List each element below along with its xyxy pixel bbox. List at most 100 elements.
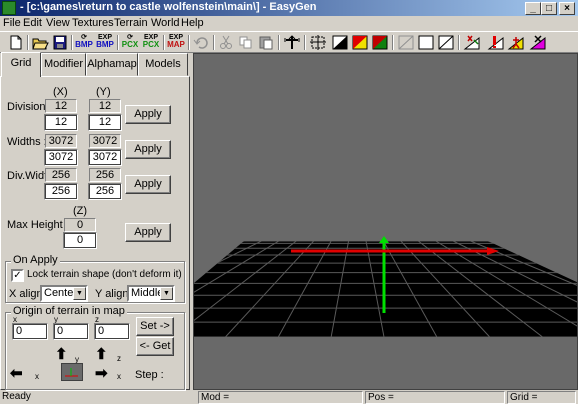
maxheight-input[interactable]: 0: [63, 232, 97, 249]
set-origin-button[interactable]: Set ->: [136, 317, 174, 336]
toolbar-separator: [392, 35, 394, 50]
arrow-x-right-label: x: [117, 372, 121, 381]
toolbar-separator: [27, 35, 29, 50]
menu-bar: File Edit View Textures Terrain World He…: [0, 16, 578, 31]
diagonal-disabled-icon[interactable]: [396, 34, 416, 51]
lock-terrain-label: Lock terrain shape (don't deform it): [27, 269, 182, 280]
arrow-x-left-label: x: [35, 372, 39, 381]
save-disk-icon[interactable]: [50, 34, 70, 51]
xalign-select[interactable]: Center ▼: [40, 285, 88, 302]
status-pos: Pos =: [365, 391, 505, 404]
widths-apply-button[interactable]: Apply: [125, 140, 171, 159]
dropdown-arrow-icon[interactable]: ▼: [73, 287, 86, 300]
import-pcx-label: PCX: [121, 40, 139, 49]
status-bar: Ready Mod = Pos = Grid =: [0, 390, 578, 404]
arrow-up-y-icon[interactable]: ⬆: [55, 347, 68, 362]
red-flag-icon[interactable]: [486, 34, 506, 51]
export-map-label: MAP: [167, 40, 185, 49]
export-pcx-button[interactable]: EXP PCX: [141, 34, 161, 51]
yellow-figure-icon[interactable]: [506, 34, 526, 51]
origin-z-input[interactable]: 0: [94, 323, 130, 340]
maximize-button[interactable]: □: [541, 2, 557, 15]
lock-terrain-checkbox[interactable]: ✓: [11, 269, 24, 282]
import-pcx-button[interactable]: ⟳ PCX: [120, 34, 140, 51]
status-grid: Grid =: [507, 391, 576, 404]
toolbar-separator: [163, 35, 165, 50]
maxheight-current: 0: [64, 218, 96, 232]
yalign-label: Y align: [95, 288, 129, 300]
divisions-x-input[interactable]: 12: [44, 114, 78, 131]
menu-file[interactable]: File: [3, 17, 21, 29]
tab-models[interactable]: Models: [138, 53, 188, 76]
export-bmp-button[interactable]: EXP BMP: [95, 34, 115, 51]
pick-vertex-icon[interactable]: [462, 34, 482, 51]
toolbar-separator: [117, 35, 119, 50]
menu-view[interactable]: View: [46, 17, 70, 29]
grid-select-icon[interactable]: [308, 34, 328, 51]
toolbar-separator: [71, 35, 73, 50]
status-mod: Mod =: [198, 391, 363, 404]
divwidt-x-input[interactable]: 256: [44, 183, 78, 200]
cut-icon[interactable]: [216, 34, 236, 51]
arrow-right-x-icon[interactable]: ➡: [95, 366, 108, 381]
maxheight-apply-button[interactable]: Apply: [125, 223, 171, 242]
tab-alphamap[interactable]: Alphamap: [86, 53, 138, 76]
red-yellow-color-icon[interactable]: [350, 34, 370, 51]
menu-world[interactable]: World: [151, 17, 180, 29]
move-icon[interactable]: [282, 34, 302, 51]
copy-icon[interactable]: [236, 34, 256, 51]
origin-preview-icon[interactable]: [61, 363, 83, 381]
close-button[interactable]: ×: [559, 2, 575, 15]
empty-square-icon[interactable]: [416, 34, 436, 51]
divwidt-y-current: 256: [89, 168, 121, 182]
toolbar-separator: [213, 35, 215, 50]
grid-tab-panel: (X) (Y) Divisions : 12 12 12 12 Apply Wi…: [0, 76, 190, 390]
divisions-apply-button[interactable]: Apply: [125, 105, 171, 124]
origin-title: Origin of terrain in map: [11, 305, 127, 317]
yalign-select[interactable]: Middle ▼: [127, 285, 175, 302]
toolbar: ⟳ BMP EXP BMP ⟳ PCX EXP PCX EXP MAP: [0, 31, 578, 53]
column-z-header: (Z): [73, 205, 88, 217]
menu-textures[interactable]: Textures: [72, 17, 114, 29]
arrow-left-x-icon[interactable]: ⬅: [10, 366, 23, 381]
widths-x-current: 3072: [45, 134, 77, 148]
terrain-3d-viewport[interactable]: [193, 53, 578, 390]
black-white-color-icon[interactable]: [330, 34, 350, 51]
divwidt-y-input[interactable]: 256: [88, 183, 122, 200]
toolbar-separator: [304, 35, 306, 50]
import-bmp-button[interactable]: ⟳ BMP: [74, 34, 94, 51]
widths-label: Widths :: [7, 136, 47, 148]
menu-edit[interactable]: Edit: [23, 17, 42, 29]
export-map-button[interactable]: EXP MAP: [166, 34, 186, 51]
undo-icon[interactable]: [191, 34, 211, 51]
paste-icon[interactable]: [256, 34, 276, 51]
divwidt-apply-button[interactable]: Apply: [125, 175, 171, 194]
arrow-up-z-icon[interactable]: ⬆: [95, 347, 108, 362]
tab-grid[interactable]: Grid: [1, 52, 41, 77]
export-bmp-label: BMP: [96, 40, 114, 49]
get-origin-button[interactable]: <- Get: [136, 337, 174, 356]
tab-modifier[interactable]: Modifier: [41, 53, 86, 76]
yalign-value: Middle: [131, 287, 164, 299]
divwidt-x-current: 256: [45, 168, 77, 182]
origin-y-input[interactable]: 0: [53, 323, 89, 340]
dropdown-arrow-icon[interactable]: ▼: [160, 287, 173, 300]
divisions-y-current: 12: [89, 99, 121, 113]
widths-y-input[interactable]: 3072: [88, 149, 122, 166]
menu-help[interactable]: Help: [181, 17, 204, 29]
export-pcx-label: PCX: [142, 40, 160, 49]
magenta-cross-icon[interactable]: [528, 34, 548, 51]
window-title: - [c:\games\return to castle wolfenstein…: [20, 1, 317, 13]
column-y-header: (Y): [96, 86, 111, 98]
diagonal-square-icon[interactable]: [436, 34, 456, 51]
menu-terrain[interactable]: Terrain: [114, 17, 148, 29]
widths-x-input[interactable]: 3072: [44, 149, 78, 166]
open-folder-icon[interactable]: [30, 34, 50, 51]
red-green-color-icon[interactable]: [370, 34, 390, 51]
new-file-icon[interactable]: [6, 34, 26, 51]
minimize-button[interactable]: _: [525, 2, 541, 15]
origin-x-input[interactable]: 0: [12, 323, 48, 340]
maxheight-label: Max Height :: [7, 219, 69, 231]
app-icon[interactable]: [2, 1, 16, 15]
divisions-y-input[interactable]: 12: [88, 114, 122, 131]
